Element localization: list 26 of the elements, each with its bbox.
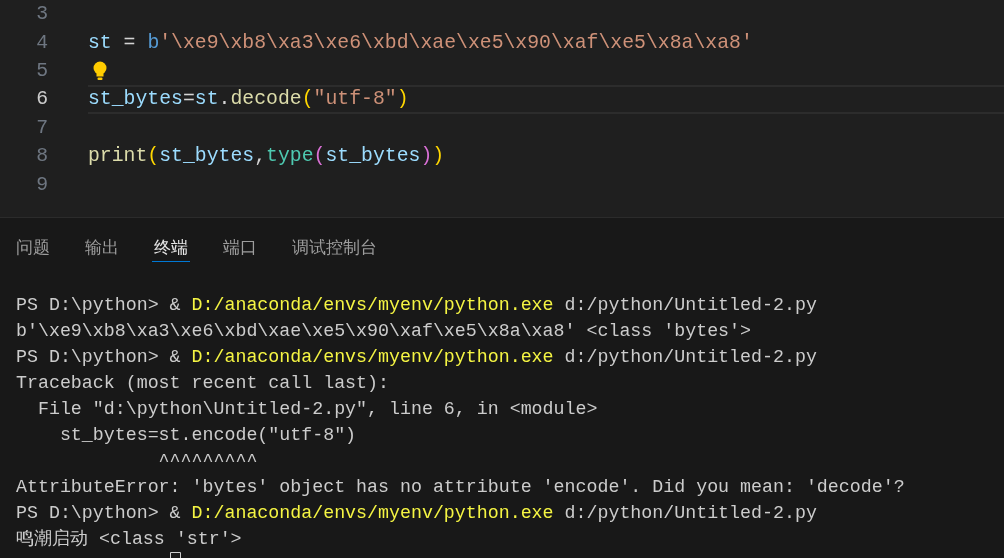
terminal-line: b'\xe9\xb8\xa3\xe6\xbd\xae\xe5\x90\xaf\xe5\x8a\xa8' <class 'bytes'> xyxy=(16,320,753,343)
terminal-line: File "d:\python\Untitled-2.py", line 6, in <module> xyxy=(36,398,599,421)
terminal-line: PS D:\python> & D:/anaconda/envs/myenv/python.exe d:/python/Untitled-2.py xyxy=(16,346,818,369)
terminal-line: ^^^^^^^^^ xyxy=(157,450,259,473)
terminal-line: PS D:\python> & D:/anaconda/envs/myenv/python.exe d:/python/Untitled-2.py xyxy=(16,294,818,317)
terminal-line: AttributeError: 'bytes' object has no attribute 'encode'. Did you mean: 'decode'? xyxy=(16,476,906,499)
line-number: 9 xyxy=(36,172,48,197)
code-line: st = b'\xe9\xb8\xa3\xe6\xbd\xae\xe5\x90\xaf\xe5\x8a\xa8' xyxy=(88,30,753,55)
panel-tab[interactable]: 问题 xyxy=(14,237,52,262)
line-number: 8 xyxy=(36,144,48,169)
panel-tab[interactable]: 输出 xyxy=(83,237,121,262)
code-line: st_bytes=st.decode("utf-8") xyxy=(88,87,409,112)
line-number: 4 xyxy=(36,30,48,55)
panel-tab[interactable]: 调试控制台 xyxy=(290,237,379,262)
panel-tab[interactable]: 终端 xyxy=(152,237,190,262)
terminal-line: st_bytes=st.encode("utf-8") xyxy=(58,424,358,447)
code-line: print(st_bytes,type(st_bytes)) xyxy=(88,144,445,169)
line-number: 6 xyxy=(36,87,48,112)
line-number: 5 xyxy=(36,58,48,83)
terminal-line: Traceback (most recent call last): xyxy=(16,372,390,395)
terminal-line: PS D:\python> & D:/anaconda/envs/myenv/python.exe d:/python/Untitled-2.py xyxy=(16,502,818,525)
panel-tab[interactable]: 端口 xyxy=(221,237,259,262)
terminal-line: 鸣潮启动 <class 'str'> xyxy=(16,528,243,551)
line-number: 7 xyxy=(36,115,48,140)
line-number: 3 xyxy=(36,2,48,27)
lightbulb-icon[interactable] xyxy=(92,60,108,81)
